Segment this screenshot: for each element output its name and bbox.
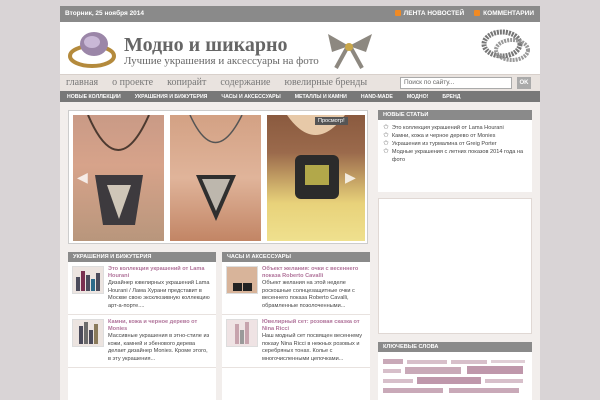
nav-copyright[interactable]: копирайт — [167, 77, 206, 88]
section-heading[interactable]: ЧАСЫ И АКСЕССУАРЫ — [222, 252, 370, 262]
slider-prev-arrow[interactable]: ◀ — [77, 169, 91, 185]
nav-home[interactable]: главная — [66, 77, 98, 88]
rss-icon — [474, 10, 481, 16]
main-nav: главная о проекте копирайт содержание юв… — [60, 74, 540, 91]
date-text: Вторник, 25 ноября 2014 — [65, 10, 145, 17]
article-item[interactable]: Камни, кожа и черное дерево от Monies Мас… — [68, 315, 216, 369]
search-input[interactable]: Поиск по сайту... — [400, 77, 512, 89]
article-item[interactable]: Объект желания: очки с весеннего показа … — [222, 262, 370, 316]
ad-placeholder — [378, 198, 532, 334]
star-icon: ✩ — [383, 132, 389, 140]
cat-metals[interactable]: МЕТАЛЛЫ И КАМНИ — [288, 91, 354, 102]
amethyst-ring-image — [68, 32, 116, 68]
article-title[interactable]: Объект желания: очки с весеннего показа … — [262, 266, 366, 280]
watches-section: ЧАСЫ И АКСЕССУАРЫ Объект желания: очки с… — [222, 252, 370, 400]
nav-about[interactable]: о проекте — [112, 77, 153, 88]
slider-next-arrow[interactable]: ▶ — [345, 169, 359, 185]
tag-cloud-widget: КЛЮЧЕВЫЕ СЛОВА — [378, 342, 532, 400]
list-item[interactable]: ✩ Камни, кожа и черное дерево от Monies — [383, 132, 527, 140]
featured-slider[interactable]: ◀ ▶ Просмотр! — [68, 110, 368, 244]
bow-brooch-image — [328, 34, 372, 69]
article-item[interactable]: Это коллекция украшений от Lama Hourani Д… — [68, 262, 216, 316]
nav-contents[interactable]: содержание — [220, 77, 270, 88]
article-thumbnail[interactable] — [72, 266, 104, 294]
section-heading[interactable]: УКРАШЕНИЯ И БИЖУТЕРИЯ — [68, 252, 216, 262]
cat-new-collections[interactable]: НОВЫЕ КОЛЛЕКЦИИ — [60, 91, 128, 102]
star-icon: ✩ — [383, 124, 389, 131]
article-thumbnail[interactable] — [72, 319, 104, 348]
category-nav: НОВЫЕ КОЛЛЕКЦИИ УКРАШЕНИЯ И БИЖУТЕРИЯ ЧА… — [60, 91, 540, 102]
new-articles-widget: НОВЫЕ СТАТЬИ ✩ Это коллекция украшений от… — [378, 110, 532, 192]
slider-view-label[interactable]: Просмотр! — [315, 117, 348, 125]
widget-heading: КЛЮЧЕВЫЕ СЛОВА — [378, 342, 532, 352]
article-excerpt: Дизайнер ювелирных украшений Lama Houran… — [108, 279, 210, 309]
rss-icon — [394, 10, 401, 16]
diamond-rings-image — [481, 29, 530, 62]
slider-photo[interactable] — [170, 114, 261, 241]
article-excerpt: Наш модный сет посвящен весеннему показу… — [262, 333, 363, 362]
article-thumbnail[interactable] — [226, 266, 258, 294]
list-item[interactable]: ✩ Это коллекция украшений от Lama Hourani — [383, 124, 527, 132]
rss-comments-link[interactable]: КОММЕНТАРИИ — [474, 10, 534, 17]
tag-cloud[interactable] — [378, 352, 532, 400]
site-header: Модно и шикарно Лучшие украшения и аксес… — [60, 22, 540, 74]
site-title[interactable]: Модно и шикарно — [124, 34, 287, 57]
nav-brands[interactable]: ювелирные бренды — [284, 77, 367, 88]
article-title[interactable]: Ювелирный сет: розовая сказка от Nina Ri… — [262, 319, 366, 333]
cat-fashion[interactable]: МОДНО! — [400, 91, 436, 102]
search-button[interactable]: OK — [517, 77, 531, 89]
list-item[interactable]: ✩ Украшения из турмалина от Greig Porter — [383, 140, 527, 148]
article-thumbnail[interactable] — [226, 319, 258, 348]
site-tagline: Лучшие украшения и аксессуары на фото — [124, 55, 319, 67]
list-item[interactable]: ✩ Модные украшения с летних показов 2014 … — [383, 148, 527, 164]
article-item[interactable]: Ювелирный сет: розовая сказка от Nina Ri… — [222, 315, 370, 369]
article-title[interactable]: Камни, кожа и черное дерево от Monies — [108, 319, 212, 333]
cat-brand[interactable]: БРЕНД — [435, 91, 467, 102]
cat-watches[interactable]: ЧАСЫ И АКСЕССУАРЫ — [214, 91, 287, 102]
star-icon: ✩ — [383, 148, 389, 156]
jewelry-section: УКРАШЕНИЯ И БИЖУТЕРИЯ Это коллекция укра… — [68, 252, 216, 400]
article-excerpt: Массивные украшения в этно-стиле из кожи… — [108, 333, 210, 362]
article-title[interactable]: Это коллекция украшений от Lama Hourani — [108, 266, 212, 280]
widget-heading: НОВЫЕ СТАТЬИ — [378, 110, 532, 120]
main-content: ◀ ▶ Просмотр! НОВЫЕ СТАТЬИ ✩ Это коллекци… — [60, 102, 540, 400]
top-bar: Вторник, 25 ноября 2014 ЛЕНТА НОВОСТЕЙ К… — [60, 6, 540, 22]
cat-jewelry[interactable]: УКРАШЕНИЯ И БИЖУТЕРИЯ — [128, 91, 215, 102]
article-excerpt: Объект желания на этой неделе роскошные … — [262, 279, 355, 309]
rss-news-link[interactable]: ЛЕНТА НОВОСТЕЙ — [394, 10, 464, 17]
cat-handmade[interactable]: HAND-MADE — [354, 91, 400, 102]
